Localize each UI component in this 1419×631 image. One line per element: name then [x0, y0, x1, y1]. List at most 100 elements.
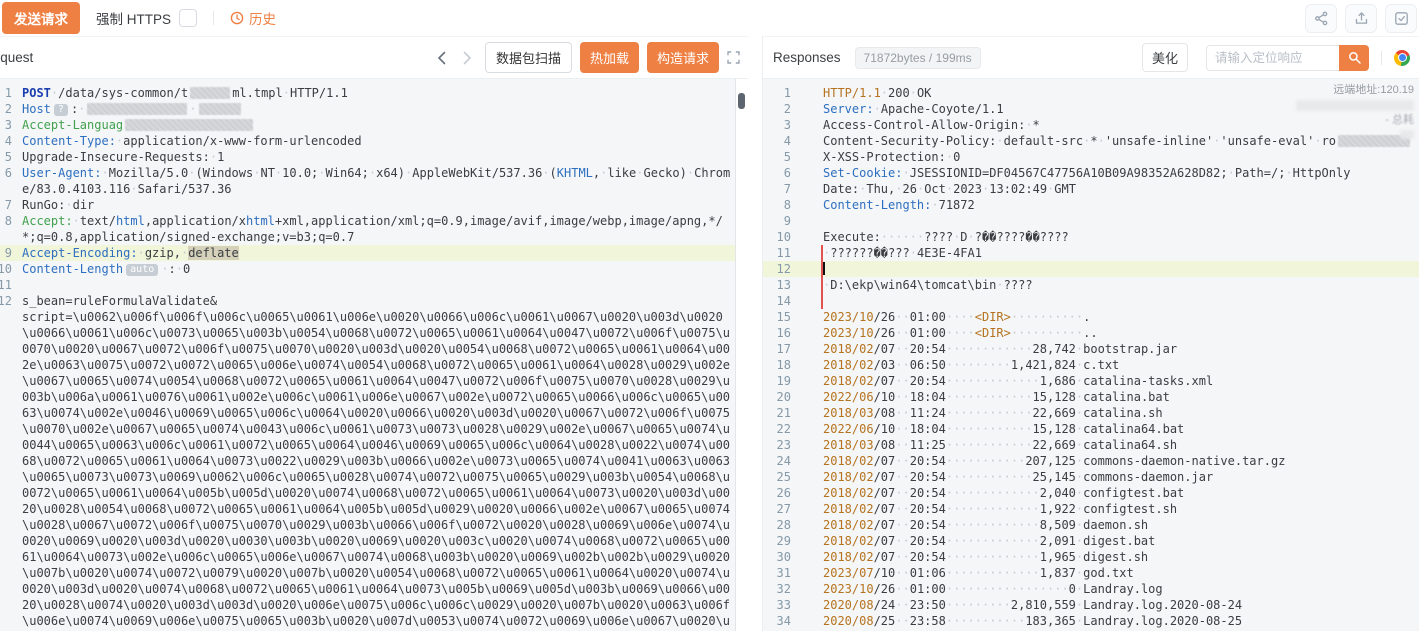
- response-line-33[interactable]: 332020/08/24··23:50·········2,810,559·La…: [763, 597, 1419, 613]
- line-number: 9: [763, 213, 791, 229]
- response-line-26[interactable]: 262018/02/07··20:54·············2,040·co…: [763, 485, 1419, 501]
- request-line-7[interactable]: 7RunGo:·dir: [0, 197, 735, 213]
- response-line-11[interactable]: 11·??????��???·4E3E-4FA1: [763, 245, 1419, 261]
- response-line-7[interactable]: 7Date:·Thu,·26·Oct·2023·13:02:49·GMT: [763, 181, 1419, 197]
- response-line-12[interactable]: 12: [763, 261, 1419, 277]
- line-number: 14: [763, 293, 791, 309]
- request-line-5[interactable]: 5Upgrade-Insecure-Requests:·1: [0, 149, 735, 165]
- response-panel-title: Responses: [773, 50, 841, 65]
- response-panel-header: Responses 71872bytes / 199ms 美化: [763, 36, 1419, 79]
- response-size-time-badge: 71872bytes / 199ms: [855, 47, 981, 69]
- inline-badge: ?: [54, 104, 68, 116]
- force-https-checkbox[interactable]: [179, 9, 197, 27]
- response-line-19[interactable]: 192018/02/07··20:54·············1,686·ca…: [763, 373, 1419, 389]
- line-number: 28: [763, 517, 791, 533]
- response-line-31[interactable]: 312023/07/10··01:06·············1,837·go…: [763, 565, 1419, 581]
- response-line-21[interactable]: 212018/03/08··11:24············22,669·ca…: [763, 405, 1419, 421]
- chevron-left-icon: [437, 51, 446, 65]
- response-line-23[interactable]: 232018/03/08··11:25············22,669·ca…: [763, 437, 1419, 453]
- line-number: 17: [763, 341, 791, 357]
- redacted-block: [199, 103, 241, 115]
- response-line-27[interactable]: 272018/02/07··20:54·············1,922·co…: [763, 501, 1419, 517]
- line-number: 9: [0, 245, 12, 261]
- request-line-10[interactable]: 10Content-Lengthauto·:·0: [0, 261, 735, 277]
- request-line-1[interactable]: 1POST·/data/sys-common/tml.tmpl·HTTP/1.1: [0, 85, 735, 101]
- confirm-button[interactable]: [1385, 4, 1417, 33]
- history-prev-button[interactable]: [433, 49, 451, 67]
- request-line-2[interactable]: 2Host?:··: [0, 101, 735, 117]
- locate-response-input[interactable]: [1206, 45, 1339, 71]
- line-number: 2: [763, 101, 791, 117]
- response-line-14[interactable]: 14: [763, 293, 1419, 309]
- line-number: 4: [0, 133, 12, 149]
- response-line-28[interactable]: 282018/02/07··20:54·············8,509·da…: [763, 517, 1419, 533]
- line-number: 19: [763, 373, 791, 389]
- request-line-6[interactable]: 6User-Agent:·Mozilla/5.0·(Windows·NT·10.…: [0, 165, 735, 197]
- request-line-11[interactable]: 11: [0, 277, 735, 293]
- top-toolbar: 发送请求 强制 HTTPS 历史: [0, 0, 1419, 36]
- line-number: 6: [0, 165, 12, 197]
- line-number: 13: [763, 277, 791, 293]
- line-number: 7: [0, 197, 12, 213]
- build-request-button[interactable]: 构造请求: [647, 42, 719, 73]
- share-icon: [1314, 11, 1329, 26]
- beautify-button[interactable]: 美化: [1142, 43, 1188, 72]
- response-line-10[interactable]: 10Execute:······????·D·?��????��????: [763, 229, 1419, 245]
- line-number: 1: [0, 85, 12, 101]
- line-number: 4: [763, 133, 791, 149]
- line-number: 31: [763, 565, 791, 581]
- request-panel-title: Request: [0, 50, 36, 65]
- response-line-32[interactable]: 322023/10/26··01:00·················0·La…: [763, 581, 1419, 597]
- line-number: 11: [763, 245, 791, 261]
- response-line-16[interactable]: 162023/10/26··01:00····<DIR>··········..: [763, 325, 1419, 341]
- response-line-8[interactable]: 8Content-Length:·71872: [763, 197, 1419, 213]
- line-number: 1: [763, 85, 791, 101]
- line-number: 6: [763, 165, 791, 181]
- response-line-18[interactable]: 182018/02/03··06:50·········1,421,824·c.…: [763, 357, 1419, 373]
- line-number: 20: [763, 389, 791, 405]
- response-line-13[interactable]: 13·D:\ekp\win64\tomcat\bin·????: [763, 277, 1419, 293]
- upload-icon: [1354, 11, 1369, 26]
- line-number: 34: [763, 613, 791, 629]
- request-editor[interactable]: 1POST·/data/sys-common/tml.tmpl·HTTP/1.1…: [0, 79, 736, 631]
- toolbar-divider: [213, 11, 214, 25]
- redacted-block: [190, 87, 230, 99]
- packet-scan-button[interactable]: 数据包扫描: [485, 42, 572, 73]
- request-line-12[interactable]: 12s_bean=ruleFormulaValidate&script=\u00…: [0, 293, 735, 631]
- response-line-5[interactable]: 5X-XSS-Protection:·0: [763, 149, 1419, 165]
- search-button[interactable]: [1339, 45, 1369, 71]
- response-line-24[interactable]: 242018/02/07··20:54···········207,125·co…: [763, 453, 1419, 469]
- history-next-button[interactable]: [459, 49, 477, 67]
- response-line-30[interactable]: 302018/02/07··20:54·············1,965·di…: [763, 549, 1419, 565]
- line-number: 5: [763, 149, 791, 165]
- response-line-34[interactable]: 342020/08/25··23:58···········183,365·La…: [763, 613, 1419, 629]
- line-number: 15: [763, 309, 791, 325]
- response-line-20[interactable]: 202022/06/10··18:04············15,128·ca…: [763, 389, 1419, 405]
- check-square-icon: [1394, 11, 1409, 26]
- response-line-29[interactable]: 292018/02/07··20:54·············2,091·di…: [763, 533, 1419, 549]
- response-line-15[interactable]: 152023/10/26··01:00····<DIR>··········.: [763, 309, 1419, 325]
- response-line-22[interactable]: 222022/06/10··18:04············15,128·ca…: [763, 421, 1419, 437]
- request-scrollbar-thumb[interactable]: [738, 93, 745, 109]
- hot-reload-button[interactable]: 热加载: [580, 42, 639, 73]
- request-line-9[interactable]: 9Accept-Encoding:·gzip,·deflate: [0, 245, 735, 261]
- request-line-4[interactable]: 4Content-Type:·application/x-www-form-ur…: [0, 133, 735, 149]
- send-request-button[interactable]: 发送请求: [2, 2, 80, 34]
- request-line-3[interactable]: 3Accept-Languag: [0, 117, 735, 133]
- response-line-17[interactable]: 172018/02/07··20:54············28,742·bo…: [763, 341, 1419, 357]
- line-number: 3: [0, 117, 12, 133]
- expand-icon[interactable]: [727, 51, 740, 64]
- response-line-9[interactable]: 9: [763, 213, 1419, 229]
- inline-badge: auto: [126, 264, 158, 276]
- request-line-8[interactable]: 8Accept:·text/html,application/xhtml+xml…: [0, 213, 735, 245]
- line-number: 24: [763, 453, 791, 469]
- history-button[interactable]: 历史: [230, 8, 276, 28]
- redacted-block: [125, 119, 253, 131]
- response-line-6[interactable]: 6Set-Cookie:·JSESSIONID=DF04567C47756A10…: [763, 165, 1419, 181]
- response-panel: Responses 71872bytes / 199ms 美化 1HTTP/1.…: [762, 36, 1419, 631]
- response-editor[interactable]: 1HTTP/1.1·200·OK2Server:·Apache-Coyote/1…: [763, 79, 1419, 631]
- response-line-25[interactable]: 252018/02/07··20:54············25,145·co…: [763, 469, 1419, 485]
- remote-address-note: 远端地址:120.19 - 总耗: [1296, 81, 1414, 139]
- share-button[interactable]: [1305, 4, 1337, 33]
- export-button[interactable]: [1345, 4, 1377, 33]
